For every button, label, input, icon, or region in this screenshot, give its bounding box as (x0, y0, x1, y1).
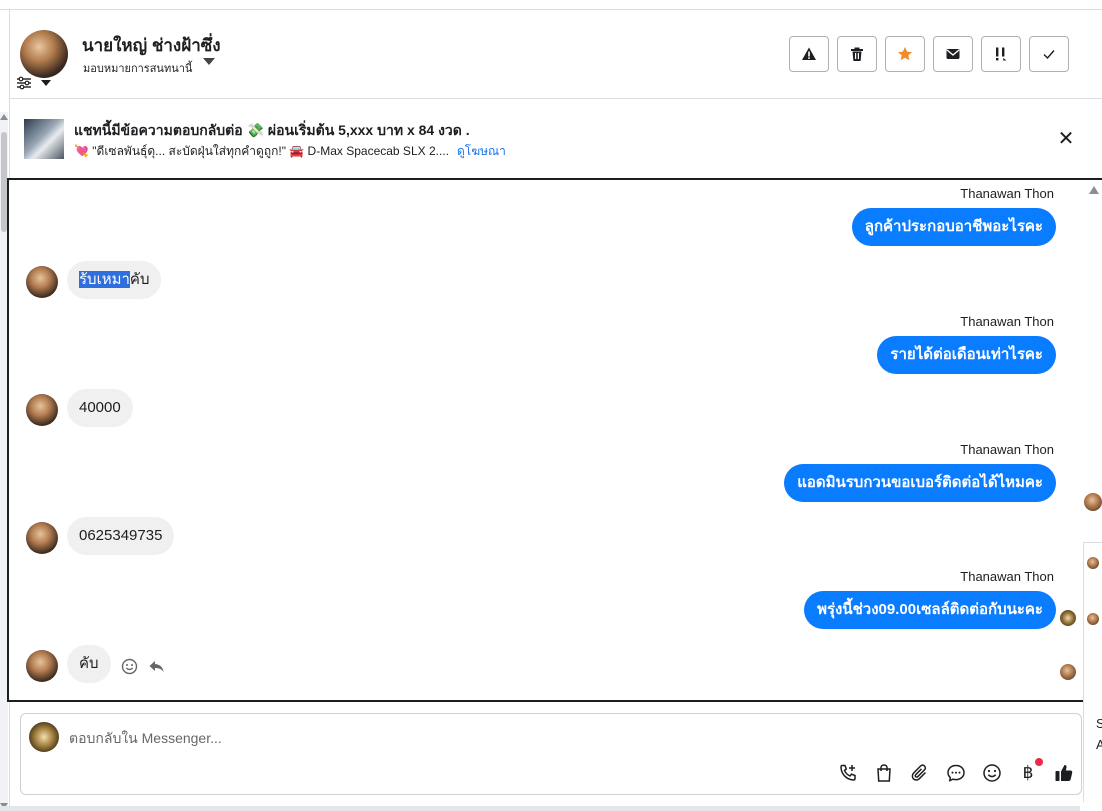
side-letter: S (1096, 716, 1102, 731)
conversation-header: นายใหญ่ ช่างฝ้าซึ่ง มอบหมายการสนทนานี้ (10, 10, 1102, 99)
incoming-message[interactable]: 40000 (67, 389, 133, 427)
mark-unread-button[interactable] (933, 36, 973, 72)
exclaim-icon (996, 47, 1007, 61)
paperclip-icon (911, 764, 927, 781)
side-card[interactable]: S A (1083, 542, 1102, 802)
seen-by-contact-avatar (1060, 664, 1076, 680)
scroll-up-arrow-icon[interactable] (0, 114, 8, 120)
sender-name: Thanawan Thon (960, 442, 1054, 457)
shop-button[interactable] (873, 762, 895, 784)
contact-name[interactable]: นายใหญ่ ช่างฝ้าซึ่ง (82, 32, 221, 59)
chat-bubble-icon (947, 764, 965, 782)
call-button[interactable] (837, 762, 859, 784)
filter-chevron-down-icon[interactable] (41, 80, 51, 86)
incoming-message-text: คับ (129, 271, 150, 288)
star-button[interactable] (885, 36, 925, 72)
ad-context-banner: แชทนี้มีข้อความตอบกลับต่อ 💸 ผ่อนเริ่มต้น… (10, 100, 1102, 178)
envelope-icon (946, 49, 960, 59)
like-button[interactable] (1053, 762, 1075, 784)
message-tools (121, 658, 165, 675)
side-item-avatar[interactable] (1087, 613, 1099, 625)
selected-text: รับเหมา (79, 271, 130, 288)
top-divider (0, 0, 1102, 10)
contact-avatar-small[interactable] (26, 522, 58, 554)
chevron-down-icon[interactable] (203, 58, 215, 65)
ad-thumbnail[interactable] (24, 119, 64, 159)
close-icon[interactable]: ✕ (1057, 129, 1075, 149)
contact-avatar-small[interactable] (26, 266, 58, 298)
side-letter: A (1096, 737, 1102, 752)
page-avatar (29, 722, 59, 752)
saved-replies-button[interactable] (945, 762, 967, 784)
outgoing-message[interactable]: แอดมินรบกวนขอเบอร์ติดต่อได้ไหมคะ (784, 464, 1056, 502)
ad-title: แชทนี้มีข้อความตอบกลับต่อ 💸 ผ่อนเริ่มต้น… (74, 122, 470, 138)
spam-button[interactable] (789, 36, 829, 72)
outgoing-message[interactable]: พรุ่งนี้ช่วง09.00เซลล์ติดต่อกับนะคะ (804, 591, 1056, 629)
seen-by-page-avatar (1060, 610, 1076, 626)
incoming-message[interactable]: รับเหมาคับ (67, 261, 162, 299)
follow-up-button[interactable] (981, 36, 1021, 72)
side-panel-edge: S A (1080, 487, 1102, 811)
emoji-button[interactable] (981, 762, 1003, 784)
view-ad-link[interactable]: ดูโฆษณา (457, 144, 506, 158)
side-avatar[interactable] (1084, 493, 1102, 511)
mark-done-button[interactable] (1029, 36, 1069, 72)
contact-avatar-small[interactable] (26, 650, 58, 682)
bottom-strip (0, 806, 1080, 811)
check-icon (1043, 50, 1055, 60)
outgoing-message[interactable]: รายได้ต่อเดือนเท่าไรคะ (877, 336, 1056, 374)
sender-name: Thanawan Thon (960, 569, 1054, 584)
message-thread[interactable]: Thanawan Thon ลูกค้าประกอบอาชีพอะไรคะ รั… (7, 178, 1102, 702)
emoji-icon (983, 764, 1001, 782)
shopping-bag-icon (877, 764, 891, 782)
reply-composer: ฿ (20, 713, 1082, 795)
ad-subtitle: 💘 "ดีเซลพันธุ์ดุ... สะบัดฝุ่นใส่ทุกคำดูถ… (74, 142, 506, 161)
filter-sliders-icon[interactable] (16, 76, 32, 90)
sender-name: Thanawan Thon (960, 314, 1054, 329)
ad-subtitle-text: 💘 "ดีเซลพันธุ์ดุ... สะบัดฝุ่นใส่ทุกคำดูถ… (74, 144, 449, 158)
side-item-avatar[interactable] (1087, 557, 1099, 569)
baht-icon: ฿ (1022, 763, 1034, 782)
composer-tools: ฿ (837, 758, 1075, 784)
notification-dot (1035, 758, 1043, 766)
phone-add-icon (840, 764, 856, 781)
contact-avatar-small[interactable] (26, 394, 58, 426)
reply-icon[interactable] (148, 658, 165, 675)
sender-name: Thanawan Thon (960, 186, 1054, 201)
star-icon (898, 47, 912, 61)
smiley-icon[interactable] (121, 658, 138, 675)
incoming-message[interactable]: คับ (67, 645, 111, 683)
payment-button[interactable]: ฿ (1017, 758, 1043, 784)
incoming-message[interactable]: 0625349735 (67, 517, 175, 555)
assign-conversation-label[interactable]: มอบหมายการสนทนานี้ (83, 59, 192, 77)
thumbs-up-icon (1055, 765, 1073, 781)
messenger-inbox-page: นายใหญ่ ช่างฝ้าซึ่ง มอบหมายการสนทนานี้ แ… (0, 0, 1102, 811)
warning-icon (802, 47, 816, 60)
outgoing-message[interactable]: ลูกค้าประกอบอาชีพอะไรคะ (851, 208, 1056, 246)
reply-input[interactable] (69, 728, 769, 748)
attach-button[interactable] (909, 762, 931, 784)
delete-button[interactable] (837, 36, 877, 72)
thread-scroll-up-icon[interactable] (1089, 186, 1099, 194)
conversation-actions (789, 36, 1069, 72)
trash-icon (851, 47, 863, 61)
contact-avatar[interactable] (20, 30, 68, 78)
